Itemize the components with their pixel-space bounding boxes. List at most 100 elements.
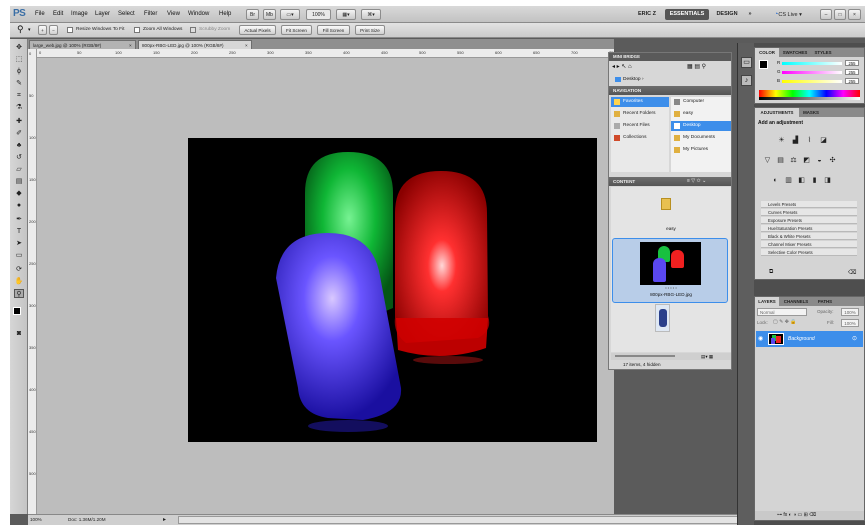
type-tool-icon[interactable]: T (14, 227, 24, 236)
fit-screen-button[interactable]: Fit Screen (281, 25, 312, 35)
menu-view[interactable]: View (167, 11, 180, 17)
eraser-tool-icon[interactable]: ▱ (14, 165, 24, 174)
hue-saturation-icon[interactable]: ▤ (776, 156, 785, 165)
eyedropper-tool-icon[interactable]: ⚗ (14, 103, 24, 112)
nav-desktop[interactable]: Desktop (671, 121, 731, 131)
rating-stars[interactable]: • • • • • (613, 285, 729, 290)
menu-file[interactable]: File (35, 11, 45, 17)
preset-selective-color[interactable]: Selective Color Presets (761, 249, 857, 256)
nav-my-pictures[interactable]: My Pictures (671, 145, 731, 155)
levels-icon[interactable]: ▟ (791, 136, 800, 145)
photo-filter-icon[interactable]: ◒ (815, 156, 824, 165)
brightness-contrast-icon[interactable]: ☀ (777, 136, 786, 145)
minimize-button[interactable]: – (820, 9, 832, 20)
status-doc-size[interactable]: Doc: 1.36M/1.20M (68, 517, 106, 522)
print-size-button[interactable]: Print Size (355, 25, 385, 35)
nav-computer[interactable]: Computer (671, 97, 731, 107)
workspace-eric-z[interactable]: ERIC Z (633, 9, 661, 20)
maximize-button[interactable]: □ (834, 9, 846, 20)
opacity-input[interactable]: 100% (841, 308, 859, 316)
close-app-button[interactable]: × (848, 9, 861, 20)
grayscale-bar[interactable] (759, 97, 860, 100)
dodge-tool-icon[interactable]: ● (14, 201, 24, 210)
menu-filter[interactable]: Filter (144, 11, 157, 17)
visibility-eye-icon[interactable]: ◉ (758, 335, 763, 342)
selective-color-icon[interactable]: ◨ (823, 176, 832, 185)
more-workspaces-button[interactable]: » (745, 9, 755, 20)
menu-edit[interactable]: Edit (53, 11, 63, 17)
menu-window[interactable]: Window (188, 11, 209, 17)
channel-b-value[interactable]: 255 (845, 78, 859, 84)
clone-stamp-tool-icon[interactable]: ♣ (14, 141, 24, 150)
workspace-essentials[interactable]: ESSENTIALS (665, 9, 709, 20)
healing-brush-tool-icon[interactable]: ✚ (14, 117, 24, 126)
crop-tool-icon[interactable]: ⌗ (14, 91, 24, 100)
view-extras-button[interactable]: ▭▾ (280, 9, 300, 20)
nav-my-documents[interactable]: My Documents (671, 133, 731, 143)
gradient-tool-icon[interactable]: ▤ (14, 177, 24, 186)
minibridge-panel-icon[interactable]: ▭ (741, 57, 752, 68)
brush-tool-icon[interactable]: ✐ (14, 129, 24, 138)
preset-levels[interactable]: Levels Presets (761, 201, 857, 208)
led-photo[interactable] (188, 138, 597, 442)
lasso-tool-icon[interactable]: ϕ (14, 67, 24, 76)
nav-collections[interactable]: Collections (611, 133, 669, 143)
path-selection-tool-icon[interactable]: ➤ (14, 239, 24, 248)
exposure-icon[interactable]: ◪ (819, 136, 828, 145)
shape-tool-icon[interactable]: ▭ (14, 251, 24, 260)
tab-channels[interactable]: CHANNELS (779, 297, 813, 306)
pen-tool-icon[interactable]: ✒ (14, 215, 24, 224)
thumbnail-size-slider[interactable] (615, 355, 675, 357)
tool-preset-dropdown[interactable]: ▾ (28, 27, 31, 33)
3d-rotate-tool-icon[interactable]: ⟳ (14, 265, 24, 274)
preset-hue-saturation[interactable]: Hue/Saturation Presets (761, 225, 857, 232)
lock-options-icon[interactable]: ▢ ✎ ✥ 🔒 (773, 319, 797, 325)
channel-mixer-icon[interactable]: ✣ (828, 156, 837, 165)
arrange-documents-button[interactable]: ▦▾ (336, 9, 356, 20)
zoom-level-select[interactable]: 100% (306, 9, 331, 20)
curves-icon[interactable]: ⌇ (805, 136, 814, 145)
tab-styles[interactable]: STYLES (811, 48, 835, 57)
view-mode-icon[interactable]: ▤▾ ▦ (701, 353, 713, 360)
nav-recent-folders[interactable]: Recent Folders (611, 109, 669, 119)
blend-mode-select[interactable]: Normal (757, 308, 807, 316)
anime-thumbnail[interactable] (655, 304, 670, 332)
fill-screen-button[interactable]: Fill Screen (317, 25, 350, 35)
tab-masks[interactable]: MASKS (799, 108, 823, 117)
quick-mask-icon[interactable]: ◙ (14, 329, 24, 338)
tab-color[interactable]: COLOR (755, 48, 779, 57)
menu-select[interactable]: Select (118, 11, 135, 17)
path-bar[interactable]: Desktop › (613, 75, 728, 84)
preset-channel-mixer[interactable]: Channel Mixer Presets (761, 241, 857, 248)
nav-favorites[interactable]: Favorites (611, 97, 669, 107)
vibrance-icon[interactable]: ▽ (763, 156, 772, 165)
channel-g-slider[interactable] (782, 71, 842, 74)
fg-color-swatch[interactable] (759, 60, 768, 69)
adjustment-clip-icon[interactable]: ⧉ (769, 269, 773, 276)
menu-help[interactable]: Help (219, 11, 231, 17)
layer-background-row[interactable]: ◉ Background ⊙ (756, 331, 863, 347)
black-white-icon[interactable]: ◩ (802, 156, 811, 165)
adjustment-delete-icon[interactable]: ⌫ (848, 269, 856, 276)
view-options-icon[interactable]: ▦ ▤ ⚲ (687, 63, 706, 70)
channel-b-slider[interactable] (782, 80, 842, 83)
cs-live-button[interactable]: ◔CS Live ▾ (772, 9, 804, 20)
preset-exposure[interactable]: Exposure Presets (761, 217, 857, 224)
screen-mode-button[interactable]: ⌘▾ (361, 9, 381, 20)
channel-g-value[interactable]: 255 (845, 69, 859, 75)
nav-easy[interactable]: easy (671, 109, 731, 119)
launch-bridge-button[interactable]: Br (246, 9, 259, 20)
zoom-in-mode-button[interactable]: + (38, 25, 47, 35)
tab-swatches[interactable]: SWATCHES (779, 48, 811, 57)
tab-rgb-led[interactable]: 800px-RBG-LED.jpg @ 100% (RGB/8#) × (138, 40, 252, 49)
blur-tool-icon[interactable]: ◆ (14, 189, 24, 198)
move-tool-icon[interactable]: ✥ (14, 43, 24, 52)
invert-icon[interactable]: ◐ (771, 176, 780, 185)
hand-tool-icon[interactable]: ✋ (14, 277, 24, 286)
posterize-icon[interactable]: ▥ (784, 176, 793, 185)
gradient-map-icon[interactable]: ▮ (810, 176, 819, 185)
channel-r-value[interactable]: 255 (845, 60, 859, 66)
zoom-out-mode-button[interactable]: − (49, 25, 58, 35)
menu-image[interactable]: Image (71, 11, 88, 17)
workspace-design[interactable]: DESIGN (713, 9, 741, 20)
